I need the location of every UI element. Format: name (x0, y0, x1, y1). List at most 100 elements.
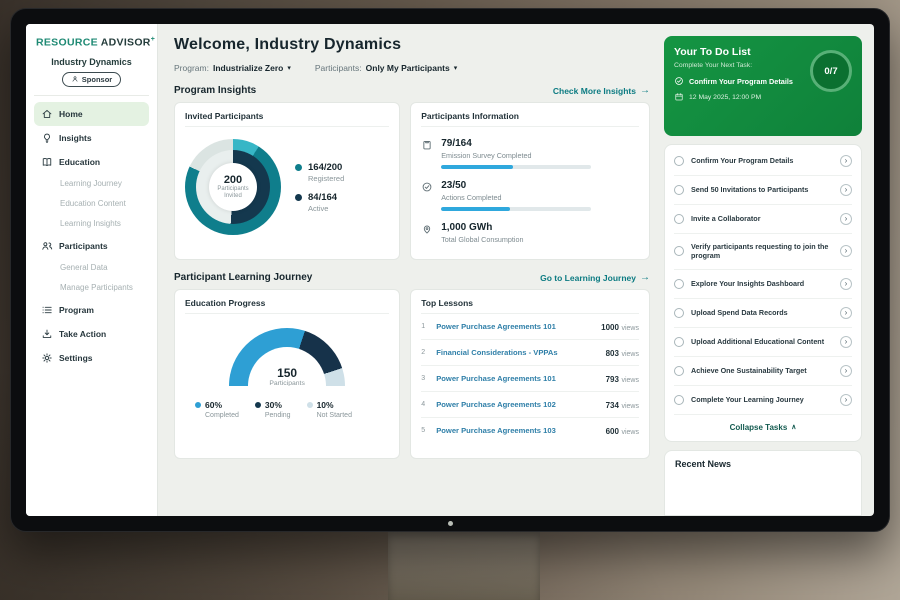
filters-row: Program: Industrialize Zero ▾ Participan… (174, 63, 650, 73)
lesson-link[interactable]: Power Purchase Agreements 101 (436, 322, 594, 331)
program-insights-header: Program Insights Check More Insights → (174, 85, 650, 96)
gauge-center: 150 Participants (229, 366, 345, 386)
invited-participants-card: Invited Participants 200 Participants In… (174, 102, 400, 260)
card-title: Participants Information (421, 111, 639, 127)
card-title: Invited Participants (185, 111, 389, 127)
sidebar-nav: Home Insights Education Learning Journey… (34, 102, 149, 370)
sidebar-item-participants[interactable]: Participants (34, 234, 149, 258)
todo-task-row[interactable]: Complete Your Learning Journey › (674, 386, 852, 415)
legend-dot (195, 402, 201, 408)
power-led (448, 521, 453, 526)
logo-plus: + (151, 36, 155, 43)
check-more-insights-link[interactable]: Check More Insights → (553, 85, 650, 96)
todo-task-row[interactable]: Explore Your Insights Dashboard › (674, 270, 852, 299)
todo-task-row[interactable]: Upload Spend Data Records › (674, 299, 852, 328)
lesson-views: 803 views (606, 348, 639, 358)
todo-tasks-card: Confirm Your Program Details › Send 50 I… (664, 144, 862, 442)
legend-label: Registered (308, 174, 344, 183)
sidebar-item-education-content[interactable]: Education Content (34, 194, 149, 214)
lesson-link[interactable]: Power Purchase Agreements 102 (436, 400, 598, 409)
chevron-right-icon[interactable]: › (840, 278, 852, 290)
sidebar-item-insights[interactable]: Insights (34, 126, 149, 150)
participants-filter-value: Only My Participants (366, 63, 450, 73)
progress-bar (441, 207, 591, 211)
dashboard-screen: RESOURCE ADVISOR+ Industry Dynamics Spon… (26, 24, 874, 516)
task-checkbox[interactable] (674, 214, 684, 224)
task-checkbox[interactable] (674, 395, 684, 405)
task-label: Complete Your Learning Journey (691, 395, 833, 404)
task-checkbox[interactable] (674, 337, 684, 347)
todo-next-task-label: Confirm Your Program Details (689, 77, 793, 86)
stat-value: 79/164 (441, 138, 591, 149)
go-to-learning-journey-link[interactable]: Go to Learning Journey → (540, 272, 650, 283)
nav-label: Settings (59, 353, 93, 363)
program-filter-label: Program: (174, 63, 209, 73)
page-title: Welcome, Industry Dynamics (174, 36, 650, 54)
todo-task-row[interactable]: Upload Additional Educational Content › (674, 328, 852, 357)
legend-item-registered: 164/200 Registered (295, 162, 344, 183)
task-label: Send 50 Invitations to Participants (691, 185, 833, 194)
sidebar-item-program[interactable]: Program (34, 298, 149, 322)
chevron-right-icon[interactable]: › (840, 213, 852, 225)
sidebar-item-manage-participants[interactable]: Manage Participants (34, 278, 149, 298)
sidebar-item-learning-insights[interactable]: Learning Insights (34, 214, 149, 234)
task-checkbox[interactable] (674, 156, 684, 166)
participants-filter[interactable]: Participants: Only My Participants ▾ (315, 63, 457, 73)
book-icon (41, 156, 53, 168)
todo-next-task[interactable]: Confirm Your Program Details (674, 76, 793, 86)
todo-task-row[interactable]: Invite a Collaborator › (674, 205, 852, 234)
legend-label: Not Started (307, 412, 352, 419)
lesson-views: 793 views (606, 374, 639, 384)
chevron-right-icon[interactable]: › (840, 245, 852, 257)
chevron-right-icon[interactable]: › (840, 394, 852, 406)
task-checkbox[interactable] (674, 308, 684, 318)
sidebar-item-general-data[interactable]: General Data (34, 258, 149, 278)
sponsor-badge[interactable]: Sponsor (62, 72, 121, 87)
lesson-link[interactable]: Power Purchase Agreements 101 (436, 374, 598, 383)
lesson-row: 1 Power Purchase Agreements 101 1000 vie… (421, 314, 639, 340)
chevron-right-icon[interactable]: › (840, 155, 852, 167)
todo-task-row[interactable]: Verify participants requesting to join t… (674, 234, 852, 270)
logo-resource: RESOURCE (36, 37, 98, 49)
todo-subtitle: Complete Your Next Task: (674, 62, 793, 69)
sidebar-item-learning-journey[interactable]: Learning Journey (34, 174, 149, 194)
legend-value: 164/200 (308, 162, 344, 173)
program-filter[interactable]: Program: Industrialize Zero ▾ (174, 63, 291, 73)
sidebar-item-home[interactable]: Home (34, 102, 149, 126)
sidebar-item-education[interactable]: Education (34, 150, 149, 174)
chevron-right-icon[interactable]: › (840, 307, 852, 319)
nav-label: Program (59, 305, 94, 315)
card-title: Education Progress (185, 298, 389, 314)
nav-sub-label: Education Content (60, 199, 126, 208)
todo-task-row[interactable]: Send 50 Invitations to Participants › (674, 176, 852, 205)
lesson-link[interactable]: Financial Considerations - VPPAs (436, 348, 598, 357)
legend-label: Active (308, 204, 337, 213)
chevron-down-icon: ▾ (454, 64, 458, 72)
collapse-tasks-button[interactable]: Collapse Tasks ∧ (674, 415, 852, 439)
nav-sub-label: Manage Participants (60, 283, 133, 292)
todo-progress-value: 0/7 (824, 66, 837, 77)
lesson-rank: 4 (421, 401, 429, 408)
nav-sub-label: General Data (60, 263, 108, 272)
task-checkbox[interactable] (674, 279, 684, 289)
task-checkbox[interactable] (674, 246, 684, 256)
task-checkbox[interactable] (674, 366, 684, 376)
chevron-right-icon[interactable]: › (840, 336, 852, 348)
sidebar: RESOURCE ADVISOR+ Industry Dynamics Spon… (26, 24, 158, 516)
sidebar-item-take-action[interactable]: Take Action (34, 322, 149, 346)
task-label: Verify participants requesting to join t… (691, 242, 833, 261)
todo-task-row[interactable]: Achieve One Sustainability Target › (674, 357, 852, 386)
sidebar-item-settings[interactable]: Settings (34, 346, 149, 370)
gauge-legend: 60% Completed 30% Pending 10% Not Starte… (185, 400, 389, 419)
app-logo: RESOURCE ADVISOR+ (34, 34, 149, 57)
lesson-link[interactable]: Power Purchase Agreements 103 (436, 426, 598, 435)
todo-task-row[interactable]: Confirm Your Program Details › (674, 147, 852, 176)
nav-label: Take Action (59, 329, 106, 339)
chevron-right-icon[interactable]: › (840, 184, 852, 196)
stat-emission-survey: 79/164 Emission Survey Completed (421, 138, 639, 169)
legend-dot (307, 402, 313, 408)
legend-dot (255, 402, 261, 408)
chevron-right-icon[interactable]: › (840, 365, 852, 377)
participants-information-card: Participants Information 79/164 Emission… (410, 102, 650, 260)
task-checkbox[interactable] (674, 185, 684, 195)
